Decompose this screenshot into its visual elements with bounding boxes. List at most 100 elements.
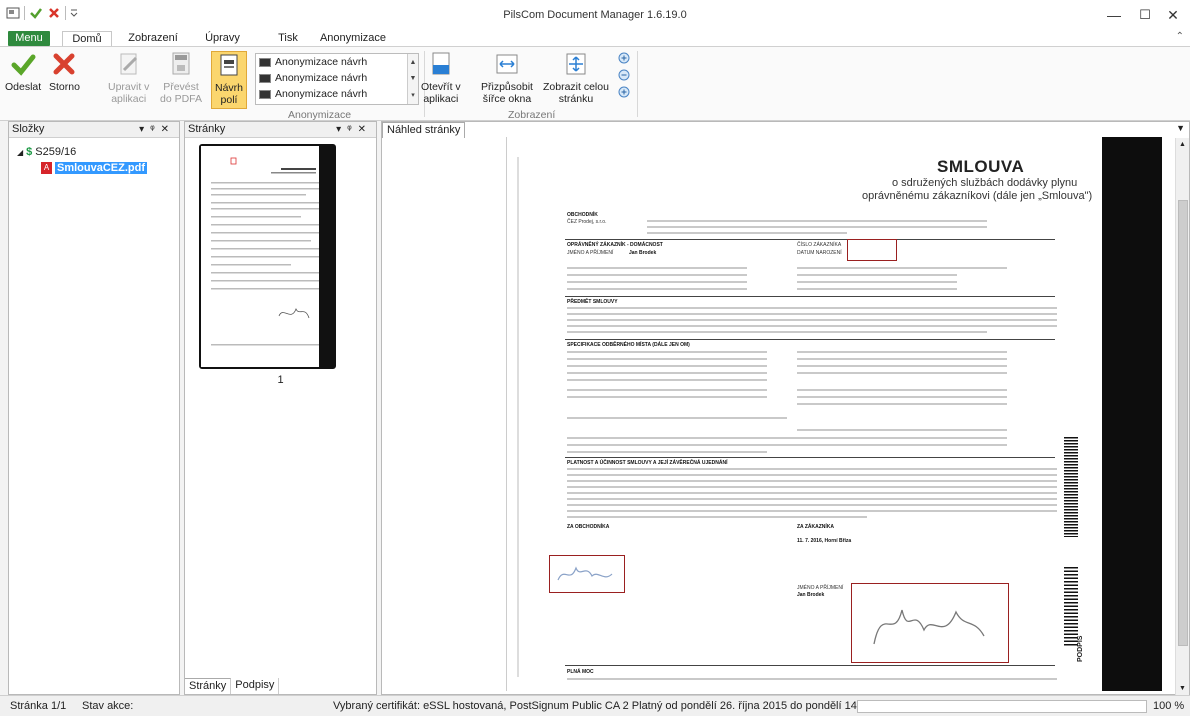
dropdown-icon[interactable]: ▾ <box>139 124 150 135</box>
document-page[interactable]: SMLOUVA o sdružených službách dodávky pl… <box>506 137 1162 691</box>
close-icon[interactable]: ✕ <box>161 124 175 135</box>
gallery-item[interactable]: Anonymizace návrh <box>256 54 418 70</box>
status-page: Stránka 1/1 <box>10 700 67 712</box>
text-line <box>567 480 1057 482</box>
doc-power-of-attorney: PLNÁ MOC <box>567 669 594 675</box>
folders-panel-header: Složky ▾ᵠ✕ <box>9 122 179 138</box>
dropdown-icon[interactable]: ▾ <box>336 124 347 135</box>
pages-panel: Stránky ▾ᵠ✕ 1 Stránky Podpisy <box>184 121 377 695</box>
expand-gallery-icon[interactable]: ▾ <box>411 91 415 99</box>
tree-file[interactable]: A SmlouvaCEZ.pdf <box>17 160 179 176</box>
divider <box>565 239 1055 240</box>
text-line <box>647 226 987 228</box>
open-in-app-button[interactable]: Otevřít v aplikaci <box>421 51 461 105</box>
text-line <box>567 437 1007 439</box>
text-line <box>567 372 767 374</box>
show-full-page-button[interactable]: Zobrazit celou stránku <box>543 51 609 105</box>
cancel-button[interactable]: Storno <box>49 51 80 93</box>
minimize-button[interactable]: — <box>1099 4 1129 26</box>
tab-print[interactable]: Tisk <box>270 31 306 46</box>
design-label-1: Návrh <box>215 82 244 94</box>
full-label-1: Zobrazit celou <box>543 81 609 93</box>
pin-icon[interactable]: ᵠ <box>150 124 160 135</box>
status-zoom: 100 % <box>1153 700 1185 712</box>
tab-edit[interactable]: Úpravy <box>200 31 245 46</box>
gallery-item[interactable]: Anonymizace návrh <box>256 70 418 86</box>
check-icon <box>10 51 36 77</box>
text-line <box>797 429 1007 431</box>
signature-field-merchant[interactable] <box>549 555 625 593</box>
text-line <box>797 351 1007 353</box>
scroll-down-icon[interactable]: ▼ <box>1179 685 1186 692</box>
maximize-button[interactable]: ☐ <box>1130 4 1160 26</box>
vertical-scrollbar[interactable]: ▲ ▼ <box>1175 138 1189 695</box>
zoom-in-icon[interactable] <box>618 52 632 66</box>
tab-home[interactable]: Domů <box>62 31 112 47</box>
panel-controls: ▾ᵠ✕ <box>336 122 372 137</box>
divider <box>565 296 1055 297</box>
convert-pdfa-button[interactable]: Převést do PDFA <box>160 51 202 105</box>
page-preview-panel: Náhled stránky ▼ SMLOUVA o sdružených sl… <box>381 121 1190 695</box>
zoom-out-icon[interactable] <box>618 69 632 83</box>
text-line <box>567 444 1007 446</box>
redaction-box[interactable] <box>847 239 897 261</box>
text-line <box>567 510 1057 512</box>
text-line <box>797 396 1007 398</box>
text-line <box>567 325 1057 327</box>
signature-field-customer[interactable] <box>851 583 1009 663</box>
text-line <box>797 281 957 283</box>
pin-icon[interactable]: ᵠ <box>347 124 357 135</box>
page-thumbnail[interactable] <box>199 144 336 369</box>
send-button[interactable]: Odeslat <box>5 51 41 93</box>
tab-signatures[interactable]: Podpisy <box>231 678 280 694</box>
scroll-up-icon[interactable]: ▲ <box>1179 141 1186 148</box>
close-button[interactable]: ✕ <box>1158 4 1188 26</box>
status-action: Stav akce: <box>82 700 134 712</box>
text-line <box>567 358 767 360</box>
open-label-1: Otevřít v <box>421 81 461 93</box>
gallery-item[interactable]: Anonymizace návrh <box>256 86 418 102</box>
scrollbar-thumb[interactable] <box>1178 200 1188 646</box>
gallery-scroll[interactable]: ▲ ▼ ▾ <box>407 54 418 104</box>
tab-view[interactable]: Zobrazení <box>122 31 184 46</box>
zoom-reset-icon[interactable] <box>618 86 632 100</box>
window-title: PilsCom Document Manager 1.6.19.0 <box>503 9 687 21</box>
design-fields-button[interactable]: Návrh polí <box>211 51 248 109</box>
page-number: 1 <box>277 374 284 386</box>
edit-in-app-button[interactable]: Upravit v aplikaci <box>108 51 149 105</box>
text-line <box>797 358 1007 360</box>
close-icon[interactable]: ✕ <box>358 124 372 135</box>
text-line <box>797 365 1007 367</box>
edit-label-1: Upravit v <box>108 81 150 93</box>
barcode <box>1064 567 1078 647</box>
tab-anonymization[interactable]: Anonymizace <box>315 31 391 46</box>
redact-swatch-icon <box>259 57 271 67</box>
doc-for-customer: ZA ZÁKAZNÍKA <box>797 524 835 530</box>
text-line <box>567 288 747 290</box>
doc-customer-title: OPRÁVNĚNÝ ZÁKAZNÍK - DOMÁCNOST <box>567 242 663 248</box>
folders-panel: Složky ▾ᵠ✕ ◢ $ S259/16 A SmlouvaCEZ.pdf <box>8 121 180 695</box>
tab-menu[interactable]: Menu <box>8 31 50 46</box>
preview-menu-icon[interactable]: ▼ <box>1176 123 1185 133</box>
pencil-icon <box>116 51 142 77</box>
text-line <box>567 474 1057 476</box>
collapse-ribbon-icon[interactable]: ⌃ <box>1176 31 1184 42</box>
preview-tab[interactable]: Náhled stránky <box>382 122 466 138</box>
expand-icon[interactable]: ◢ <box>17 148 23 157</box>
divider <box>565 339 1055 340</box>
status-certificate: Vybraný certifikát: eSSL hostovaná, Post… <box>333 700 935 712</box>
title-bar: PilsCom Document Manager 1.6.19.0 — ☐ ✕ <box>0 0 1190 30</box>
text-line <box>797 267 1007 269</box>
doc-for-merchant: ZA OBCHODNÍKA <box>567 524 610 530</box>
tree-root[interactable]: ◢ $ S259/16 <box>17 144 179 160</box>
pdf-icon <box>168 51 194 77</box>
text-line <box>567 281 747 283</box>
scroll-up-icon[interactable]: ▲ <box>410 59 417 66</box>
convert-label-1: Převést <box>163 81 199 93</box>
anonymization-gallery[interactable]: Anonymizace návrh Anonymizace návrh Anon… <box>255 53 419 105</box>
redact-swatch-icon <box>259 89 271 99</box>
scroll-down-icon[interactable]: ▼ <box>410 75 417 82</box>
fit-width-button[interactable]: Přizpůsobit šířce okna <box>481 51 533 105</box>
doc-side-label: PODPIS <box>1077 635 1084 662</box>
tab-pages[interactable]: Stránky <box>185 678 232 694</box>
